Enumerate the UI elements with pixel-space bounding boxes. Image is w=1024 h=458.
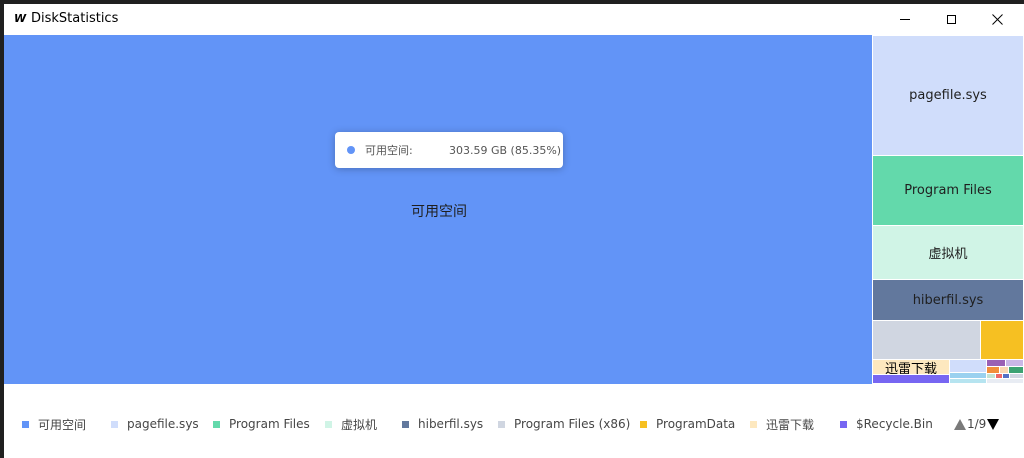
legend-item-free-space[interactable]: 可用空间 bbox=[22, 417, 87, 432]
minimize-button[interactable] bbox=[882, 4, 928, 34]
maximize-button[interactable] bbox=[928, 4, 974, 34]
treemap-cell-recycle-bin[interactable] bbox=[872, 374, 950, 384]
legend-item-programdata[interactable]: ProgramData bbox=[640, 417, 735, 431]
legend-item-pagefile[interactable]: pagefile.sys bbox=[111, 417, 199, 431]
legend-label: ProgramData bbox=[656, 417, 736, 431]
legend-swatch bbox=[750, 420, 757, 428]
legend-label: 可用空间 bbox=[38, 417, 87, 432]
legend-label: Program Files (x86) bbox=[514, 417, 631, 431]
legend-next-page-icon[interactable] bbox=[987, 418, 1000, 430]
legend-item-hiberfil[interactable]: hiberfil.sys bbox=[402, 417, 483, 431]
treemap-cell-program-files-x86[interactable] bbox=[872, 320, 981, 360]
treemap-cell-label: hiberfil.sys bbox=[912, 292, 984, 308]
legend-prev-page-icon[interactable] bbox=[954, 418, 966, 430]
legend-item-recycle-bin[interactable]: $Recycle.Bin bbox=[840, 417, 933, 431]
treemap-cell-label: 可用空间 bbox=[411, 204, 467, 220]
treemap-cell-label: Program Files bbox=[904, 183, 992, 198]
window-title: DiskStatistics bbox=[31, 11, 119, 26]
legend-item-program-files-x86[interactable]: Program Files (x86) bbox=[498, 417, 630, 431]
treemap-cell-small[interactable] bbox=[949, 359, 987, 373]
treemap-cell-label: 迅雷下载 bbox=[884, 361, 937, 375]
tooltip-series-dot bbox=[347, 146, 355, 154]
legend-label: 虚拟机 bbox=[341, 417, 378, 432]
app-logo-icon: W bbox=[14, 12, 26, 25]
legend-swatch bbox=[840, 420, 847, 428]
minimize-icon bbox=[900, 18, 910, 20]
legend-swatch bbox=[111, 420, 118, 428]
tooltip-name: 可用空间: bbox=[365, 144, 413, 157]
treemap-cell-vm[interactable]: 虚拟机 bbox=[872, 225, 1024, 280]
close-icon bbox=[991, 13, 1003, 25]
legend-label: pagefile.sys bbox=[127, 417, 199, 431]
treemap-tooltip: 可用空间: 303.59 GB (85.35%) bbox=[335, 132, 563, 168]
legend-swatch bbox=[213, 420, 220, 428]
legend-item-xunlei[interactable]: 迅雷下载 bbox=[750, 417, 815, 432]
legend-page-indicator: 1/9 bbox=[967, 417, 987, 431]
app-window: W DiskStatistics 可用空间 pagefile.sys Progr… bbox=[4, 4, 1024, 458]
close-button[interactable] bbox=[974, 4, 1020, 34]
legend-item-vm[interactable]: 虚拟机 bbox=[325, 417, 378, 432]
title-bar[interactable]: W DiskStatistics bbox=[4, 4, 1024, 34]
treemap-cell-pagefile[interactable]: pagefile.sys bbox=[872, 35, 1024, 156]
maximize-icon bbox=[946, 14, 956, 24]
treemap-cell-label: 虚拟机 bbox=[928, 247, 968, 262]
legend-label: 迅雷下载 bbox=[766, 417, 815, 432]
disk-treemap: 可用空间 pagefile.sys Program Files 虚拟机 hibe… bbox=[4, 35, 1024, 384]
treemap-cell-program-files[interactable]: Program Files bbox=[872, 155, 1024, 226]
legend-swatch bbox=[22, 420, 29, 428]
tooltip-value: 303.59 GB (85.35%) bbox=[449, 143, 562, 157]
legend-label: hiberfil.sys bbox=[418, 417, 484, 431]
legend-swatch bbox=[640, 420, 647, 428]
treemap-cell-label: pagefile.sys bbox=[909, 88, 987, 103]
legend-swatch bbox=[498, 420, 505, 428]
treemap-cell-programdata[interactable] bbox=[980, 320, 1024, 360]
treemap-cell-hiberfil[interactable]: hiberfil.sys bbox=[872, 279, 1024, 321]
legend-swatch bbox=[402, 420, 409, 428]
treemap-legend: 可用空间 pagefile.sys Program Files 虚拟机 hibe… bbox=[4, 384, 1024, 458]
legend-pager: 1/9 bbox=[954, 415, 1000, 433]
treemap-cell-xunlei[interactable]: 迅雷下载 bbox=[872, 359, 950, 375]
legend-label: Program Files bbox=[229, 417, 310, 431]
treemap-cell-free-space[interactable]: 可用空间 bbox=[4, 35, 872, 384]
legend-item-program-files[interactable]: Program Files bbox=[213, 417, 310, 431]
legend-swatch bbox=[325, 420, 332, 428]
legend-label: $Recycle.Bin bbox=[856, 417, 933, 431]
